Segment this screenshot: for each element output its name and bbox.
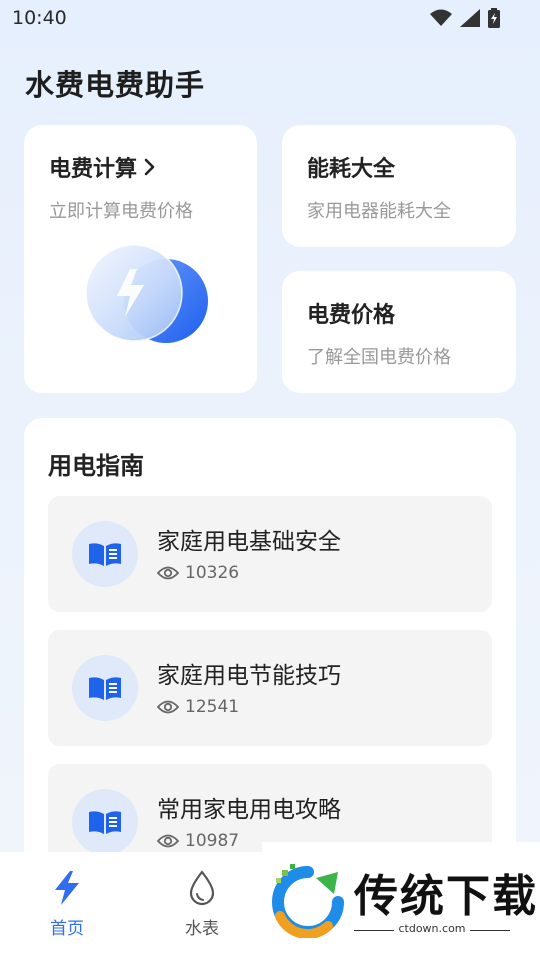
energy-card-subtitle: 家用电器能耗大全 bbox=[307, 201, 451, 222]
lightning-illustration-icon bbox=[85, 244, 208, 343]
water-drop-icon bbox=[189, 870, 215, 906]
nav-label-home: 首页 bbox=[50, 919, 84, 939]
guide-item-title: 家庭用电基础安全 bbox=[157, 529, 341, 555]
book-icon-circle bbox=[72, 789, 138, 855]
price-card-subtitle: 了解全国电费价格 bbox=[307, 347, 451, 368]
status-time: 10:40 bbox=[12, 7, 67, 29]
energy-card-title: 能耗大全 bbox=[307, 157, 396, 182]
watermark-logo: 传统下载 ctdown.com bbox=[262, 842, 540, 960]
guide-list-item[interactable]: 家庭用电节能技巧 12541 bbox=[48, 630, 492, 746]
eye-icon bbox=[157, 834, 179, 848]
watermark-text: 传统下载 bbox=[354, 871, 538, 922]
book-icon-circle bbox=[72, 521, 138, 587]
guide-list-item[interactable]: 家庭用电基础安全 10326 bbox=[48, 496, 492, 612]
guide-item-views: 10326 bbox=[157, 563, 239, 583]
guide-heading: 用电指南 bbox=[48, 452, 144, 480]
guide-item-title: 家庭用电节能技巧 bbox=[157, 663, 341, 689]
wifi-icon bbox=[430, 9, 452, 26]
guide-item-title: 常用家电用电攻略 bbox=[157, 797, 341, 823]
watermark-url: ctdown.com bbox=[262, 922, 540, 935]
calc-card-subtitle: 立即计算电费价格 bbox=[49, 201, 193, 222]
nav-item-home[interactable]: 首页 bbox=[17, 852, 117, 952]
electricity-calc-card[interactable]: 电费计算 立即计算电费价格 bbox=[24, 125, 257, 393]
book-icon bbox=[89, 677, 121, 700]
bolt-icon bbox=[55, 871, 79, 905]
price-card-title: 电费价格 bbox=[307, 303, 396, 328]
view-count: 10987 bbox=[185, 831, 240, 851]
book-icon bbox=[89, 543, 121, 566]
status-bar: 10:40 bbox=[0, 0, 540, 36]
signal-icon bbox=[460, 9, 480, 27]
chevron-right-icon bbox=[144, 158, 155, 176]
electricity-guide-panel: 用电指南 家庭用电基础安全 10326 家庭用电节能技巧 12541 常用家电用… bbox=[24, 418, 516, 898]
battery-icon bbox=[488, 8, 500, 28]
nav-label-water-meter: 水表 bbox=[185, 919, 219, 939]
book-icon bbox=[89, 811, 121, 834]
electricity-price-card[interactable]: 电费价格 了解全国电费价格 bbox=[282, 271, 516, 393]
page-title: 水费电费助手 bbox=[25, 68, 206, 102]
calc-card-title: 电费计算 bbox=[49, 157, 138, 182]
view-count: 12541 bbox=[185, 697, 240, 717]
eye-icon bbox=[157, 566, 179, 580]
guide-item-views: 12541 bbox=[157, 697, 239, 717]
status-icons bbox=[430, 8, 500, 28]
eye-icon bbox=[157, 700, 179, 714]
guide-item-views: 10987 bbox=[157, 831, 239, 851]
energy-consumption-card[interactable]: 能耗大全 家用电器能耗大全 bbox=[282, 125, 516, 247]
view-count: 10326 bbox=[185, 563, 240, 583]
nav-item-water-meter[interactable]: 水表 bbox=[152, 852, 252, 952]
book-icon-circle bbox=[72, 655, 138, 721]
